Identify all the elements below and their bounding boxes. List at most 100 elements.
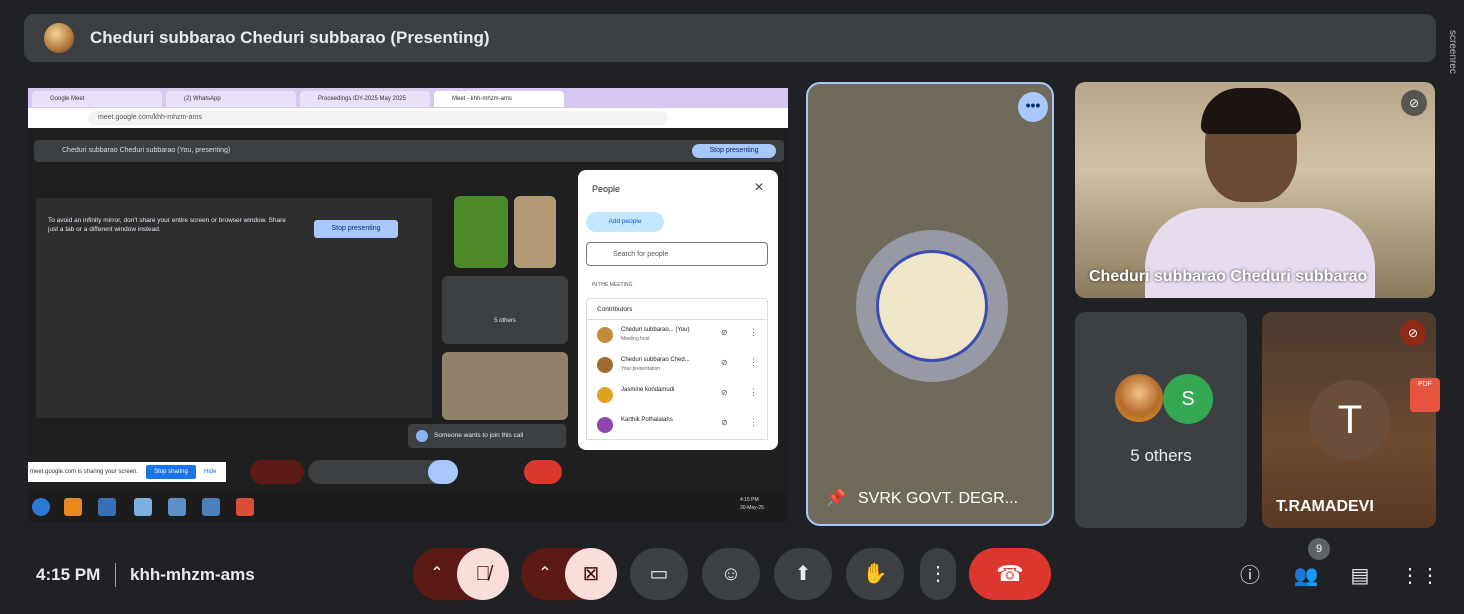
mic-off-icon: ⊘ [721,328,728,337]
more-vert-icon: ⋮ [749,327,758,337]
inner-presenting-text: Cheduri subbarao Cheduri subbarao (You, … [62,147,231,154]
college-logo [876,250,988,362]
person-icon [416,430,428,442]
pin-icon[interactable]: 📌 [826,488,846,508]
people-row: Jasmine kondamudi ⊘ ⋮ [586,380,768,410]
mini-end-call [524,460,562,484]
browser-tab: (2) WhatsApp [166,91,296,107]
browser-tab-strip: Google Meet (2) WhatsApp Proceedings IDY… [28,88,788,108]
mic-off-icon: ⊘ [721,418,728,427]
share-notice-bar: meet.google.com is sharing your screen. … [28,462,226,482]
present-button[interactable]: ⬆ [774,548,832,600]
tile-name-label: SVRK GOVT. DEGR... [858,490,1019,507]
mic-off-icon: ⊘ [1401,90,1427,116]
chrome-icon [236,498,254,516]
info-icon[interactable]: ⓘ [1236,562,1264,590]
presenter-avatar [44,23,74,53]
add-people-button: Add people [586,212,664,232]
close-icon: ✕ [754,180,765,194]
meeting-time: 4:15 PM [36,565,101,584]
apps-grid-icon[interactable]: ⋮⋮ [1400,562,1440,590]
captions-button[interactable]: ▭ [630,548,688,600]
participant-hair [1201,88,1301,134]
people-icon[interactable]: 👥 [1292,562,1320,590]
inner-stop-presenting-button: Stop presenting [692,144,776,158]
browser-tab: Proceedings IDY-2025 May 2025 [300,91,430,107]
mirror-stop-button: Stop presenting [314,220,398,238]
divider [115,563,116,587]
shared-screen: Google Meet (2) WhatsApp Proceedings IDY… [28,88,788,522]
tile-name-label: T.RAMADEVI [1276,498,1374,515]
people-panel: People ✕ Add people Search for people IN… [578,170,778,450]
avatar [1115,374,1163,422]
app-icon [134,498,152,516]
app-icon [64,498,82,516]
avatar [597,417,613,433]
more-vert-icon: ⋮ [749,357,758,367]
people-row: Karthik Pothalaiahs ⊘ ⋮ [586,410,768,440]
person-sub: Meeting host [621,336,650,342]
end-call-button[interactable]: ☎ [969,548,1051,600]
avatar [597,387,613,403]
mini-present-control [428,460,458,484]
person-name: Jasmine kondamudi [621,387,675,393]
share-notice-text: meet.google.com is sharing your screen. [30,469,139,475]
url-text: meet.google.com/khh-mhzm-ams [88,111,668,125]
mini-tile-cheduri [442,352,568,420]
app-icon [98,498,116,516]
mini-mic-control [250,460,304,484]
meeting-code: khh-mhzm-ams [130,565,255,584]
chevron-up-icon[interactable]: ⌃ [417,548,457,600]
tile-ramadevi[interactable]: ⊘ T T.RAMADEVI [1262,312,1436,528]
person-name: Cheduri subbarao... (You) [621,327,690,333]
join-request-toast: Someone wants to join this call [408,424,566,448]
chevron-up-icon[interactable]: ⌃ [525,548,565,600]
mic-off-button[interactable]: 🎙̸ [457,548,509,600]
tile-svrk[interactable]: ••• 📌 SVRK GOVT. DEGR... [806,82,1054,526]
people-panel-title: People [592,184,621,194]
avatar [597,357,613,373]
mirror-warning: To avoid an infinity mirror, don't share… [48,217,286,233]
avatar [597,327,613,343]
pdf-icon[interactable]: PDF [1410,378,1440,412]
tile-others[interactable]: S 5 others [1075,312,1247,528]
more-vert-icon: ⋮ [749,387,758,397]
raise-hand-button[interactable]: ✋ [846,548,904,600]
more-options-button[interactable]: ⋮ [920,548,956,600]
hide-link: Hide [204,469,217,475]
mic-off-icon: ⊘ [721,358,728,367]
mini-tile-user [514,196,556,268]
mini-tile-others: 5 others [442,276,568,344]
inner-presenting-bar: Cheduri subbarao Cheduri subbarao (You, … [34,140,784,162]
presenter-title: Cheduri subbarao Cheduri subbarao (Prese… [90,28,490,47]
recorder-watermark: screenrec [1447,30,1458,74]
more-vert-icon: ⋮ [749,417,758,427]
emoji-button[interactable]: ☺ [702,548,760,600]
camera-control-group: ⌃ ⊠ [521,548,617,600]
contributors-header: Contributors [586,298,768,320]
app-icon [202,498,220,516]
app-icon [168,498,186,516]
toast-text: Someone wants to join this call [434,432,524,439]
windows-taskbar: 4:15 PM 30-May-25 [28,492,788,522]
tile-name-label: Cheduri subbarao Cheduri subbarao [1089,268,1368,285]
browser-url-bar: meet.google.com/khh-mhzm-ams [28,108,788,128]
stop-sharing-button: Stop sharing [146,465,196,479]
taskbar-clock: 4:15 PM 30-May-25 [740,497,764,511]
mic-off-icon: ⊘ [721,388,728,397]
tile-cheduri[interactable]: ⊘ Cheduri subbarao Cheduri subbarao [1075,82,1435,298]
browser-tab: Google Meet [32,91,162,107]
others-label: 5 others [1130,446,1192,465]
in-meeting-label: IN THE MEETING [592,282,633,288]
avatar-initial: T [1310,380,1390,460]
avatar-initial: S [1163,374,1213,424]
start-icon [32,498,50,516]
presenter-bar: Cheduri subbarao Cheduri subbarao (Prese… [24,14,1436,62]
more-options-button[interactable]: ••• [1018,92,1048,122]
people-search-input: Search for people [586,242,768,266]
mini-others-label: 5 others [494,318,516,324]
camera-off-button[interactable]: ⊠ [565,548,617,600]
people-row: Cheduri subbarao Ched... Your presentati… [586,350,768,380]
chat-icon[interactable]: ▤ [1346,562,1374,590]
person-name: Karthik Pothalaiahs [621,417,673,423]
